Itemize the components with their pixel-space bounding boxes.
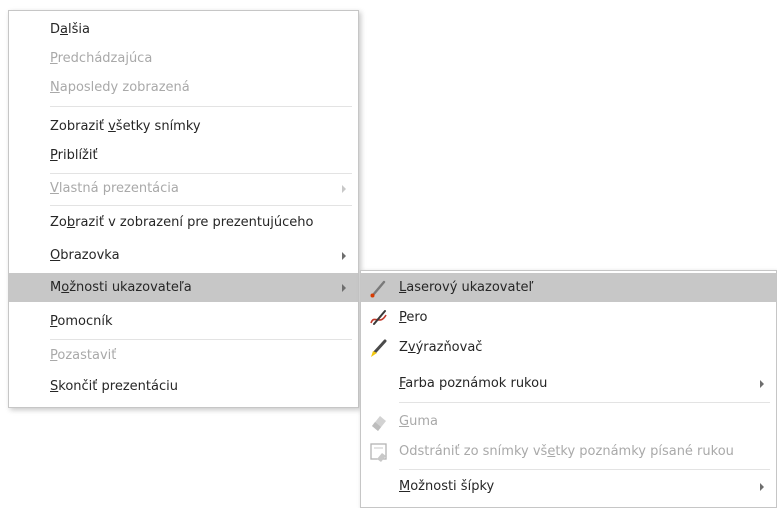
menu-item-laser-pointer[interactable]: Laserový ukazovateľ: [361, 273, 776, 302]
menu-item-end-show[interactable]: Skončiť prezentáciu: [9, 372, 358, 401]
menu-item-pointer-options[interactable]: Možnosti ukazovateľa: [9, 273, 358, 302]
menu-item-label: Zobraziť všetky snímky: [50, 119, 201, 134]
menu-item-label: Vlastná prezentácia: [50, 181, 179, 196]
menu-item-erase-all-ink[interactable]: Odstrániť zo snímky všetky poznámky písa…: [361, 437, 776, 466]
menu-item-help[interactable]: Pomocník: [9, 307, 358, 336]
menu-item-label: Farba poznámok rukou: [399, 376, 548, 391]
menu-item-last-viewed[interactable]: Naposledy zobrazená: [9, 73, 358, 102]
menu-item-pause[interactable]: Pozastaviť: [9, 341, 358, 370]
menu-item-screen[interactable]: Obrazovka: [9, 241, 358, 270]
menu-item-highlighter[interactable]: Zvýrazňovač: [361, 333, 776, 362]
submenu-arrow-icon: [342, 184, 346, 193]
submenu-arrow-icon: [342, 251, 346, 260]
menu-item-zoom-in[interactable]: Priblížiť: [9, 141, 358, 170]
menu-item-presenter-view[interactable]: Zobraziť v zobrazení pre prezentujúceho: [9, 208, 358, 237]
menu-item-label: Guma: [399, 414, 438, 429]
menu-item-label: Zvýrazňovač: [399, 340, 483, 355]
menu-item-label: Pozastaviť: [50, 348, 117, 363]
menu-item-label: Obrazovka: [50, 248, 120, 263]
menu-separator: [50, 339, 352, 340]
menu-item-next[interactable]: Dalšia: [9, 15, 358, 44]
menu-item-ink-color[interactable]: Farba poznámok rukou: [361, 369, 776, 398]
menu-separator: [399, 402, 770, 403]
submenu-arrow-icon: [760, 379, 764, 388]
menu-item-label: Možnosti ukazovateľa: [50, 280, 192, 295]
erase-all-ink-icon: [368, 442, 390, 462]
slideshow-context-menu: Dalšia Predchádzajúca Naposledy zobrazen…: [8, 10, 359, 408]
menu-item-label: Pero: [399, 310, 428, 325]
menu-item-previous[interactable]: Predchádzajúca: [9, 44, 358, 73]
menu-item-arrow-options[interactable]: Možnosti šípky: [361, 472, 776, 501]
highlighter-icon: [368, 338, 390, 358]
menu-item-label: Skončiť prezentáciu: [50, 379, 178, 394]
menu-item-label: Naposledy zobrazená: [50, 80, 190, 95]
menu-item-custom-show[interactable]: Vlastná prezentácia: [9, 174, 358, 203]
pen-icon: [368, 308, 390, 328]
laser-pointer-icon: [368, 278, 390, 298]
menu-item-label: Pomocník: [50, 314, 113, 329]
eraser-icon: [368, 412, 390, 432]
menu-item-label: Možnosti šípky: [399, 479, 495, 494]
pointer-options-submenu: Laserový ukazovateľ Pero Zvýrazňovač Far…: [360, 270, 777, 508]
menu-item-see-all-slides[interactable]: Zobraziť všetky snímky: [9, 112, 358, 141]
menu-item-label: Zobraziť v zobrazení pre prezentujúceho: [50, 215, 314, 230]
menu-separator: [50, 106, 352, 107]
menu-separator: [50, 205, 352, 206]
submenu-arrow-icon: [760, 482, 764, 491]
menu-item-label: Dalšia: [50, 22, 90, 37]
menu-item-eraser[interactable]: Guma: [361, 407, 776, 436]
menu-item-label: Priblížiť: [50, 148, 98, 163]
menu-item-pen[interactable]: Pero: [361, 303, 776, 332]
menu-item-label: Predchádzajúca: [50, 51, 153, 66]
menu-item-label: Odstrániť zo snímky všetky poznámky písa…: [399, 444, 734, 459]
submenu-arrow-icon: [342, 283, 346, 292]
menu-item-label: Laserový ukazovateľ: [399, 280, 534, 295]
menu-separator: [399, 469, 770, 470]
